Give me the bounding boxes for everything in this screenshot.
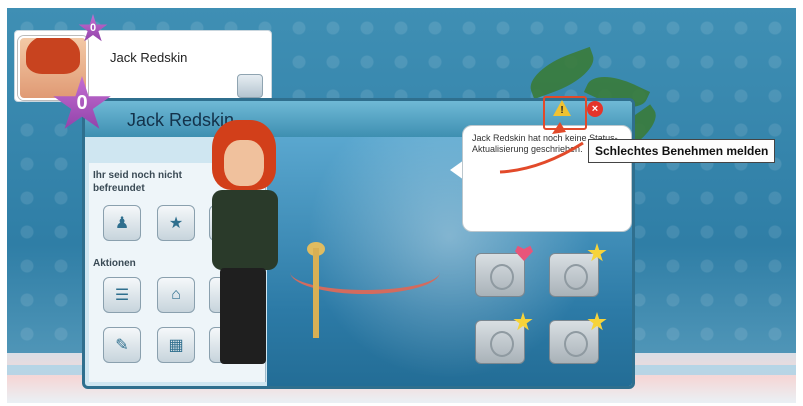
actions-label: Aktionen [93, 258, 136, 269]
house-icon: ⌂ [171, 286, 181, 303]
empty-item-icon [490, 331, 514, 357]
item-slot[interactable] [475, 320, 525, 364]
report-tooltip: Schlechtes Benehmen melden [588, 139, 776, 163]
add-friend-icon: ♟ [114, 215, 130, 232]
pen-icon: ✎ [115, 337, 129, 354]
mini-profile-button[interactable] [237, 74, 263, 98]
rope-post [313, 248, 319, 338]
item-slot[interactable] [549, 320, 599, 364]
guestbook-button[interactable]: ☰ [103, 277, 141, 313]
gift-button[interactable]: ▦ [157, 327, 195, 363]
empty-item-icon [490, 264, 514, 290]
book-icon: ☰ [114, 287, 130, 304]
close-button[interactable]: × [587, 101, 603, 117]
empty-item-icon [564, 331, 588, 357]
report-button[interactable] [543, 96, 587, 130]
friend-status-label: Ihr seid noch nicht befreundet [93, 170, 182, 194]
item-slot[interactable] [475, 253, 525, 297]
item-slot[interactable] [549, 253, 599, 297]
character-legs [220, 268, 266, 364]
close-icon: × [591, 103, 599, 115]
character-body [212, 190, 278, 270]
favorite-icon: ★ [168, 215, 184, 232]
gift-icon: ▦ [168, 337, 184, 354]
add-friend-button[interactable]: ♟ [103, 205, 141, 241]
mini-profile-name: Jack Redskin [110, 50, 188, 65]
mini-level-number: 0 [89, 22, 97, 34]
room-button[interactable]: ⌂ [157, 277, 195, 313]
favorite-button[interactable]: ★ [157, 205, 195, 241]
character-face [224, 140, 264, 186]
panel-level-number: 0 [76, 92, 88, 114]
message-button[interactable]: ✎ [103, 327, 141, 363]
empty-item-icon [564, 264, 588, 290]
avatar-hair [26, 38, 80, 74]
